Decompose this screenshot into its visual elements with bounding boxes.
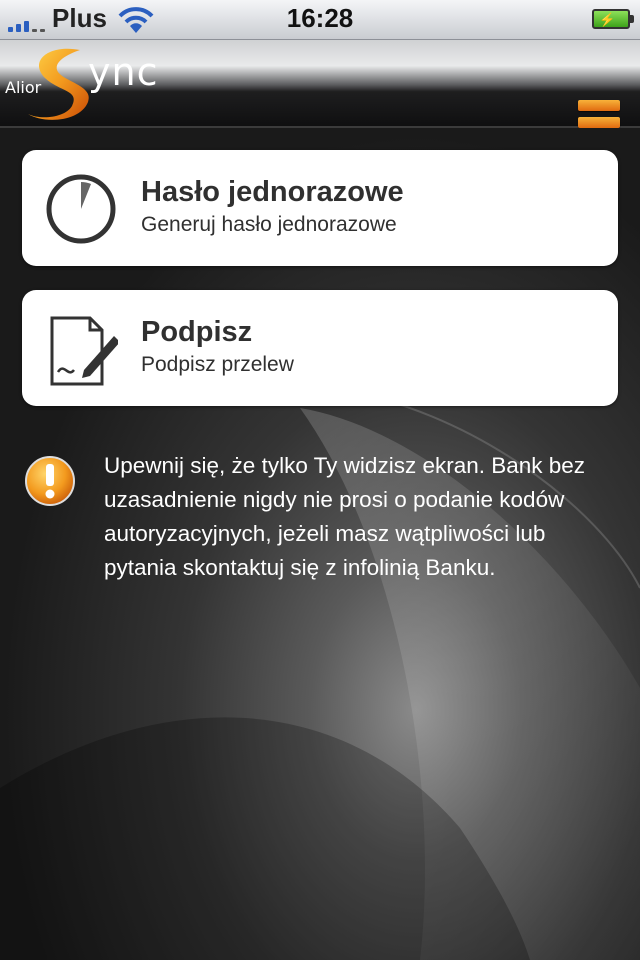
one-time-password-card[interactable]: Hasło jednorazowe Generuj hasło jednoraz…: [22, 150, 618, 266]
battery-icon: ⚡: [592, 9, 634, 29]
status-bar: Plus 16:28 ⚡: [0, 0, 640, 40]
menu-bar-icon: [578, 116, 620, 128]
alior-sync-logo: Alior ync: [0, 40, 200, 126]
sign-document-icon: [50, 316, 118, 386]
card-title: Podpisz: [141, 316, 253, 348]
card-title: Hasło jednorazowe: [141, 176, 404, 208]
logo-sync-text: ync: [88, 50, 159, 94]
warning-icon: [25, 456, 75, 506]
card-subtitle: Generuj hasło jednorazowe: [141, 213, 397, 236]
clock-icon: [46, 174, 116, 244]
logo-alior-text: Alior: [5, 78, 42, 97]
sign-transfer-card[interactable]: Podpisz Podpisz przelew: [22, 290, 618, 406]
security-warning-text: Upewnij się, że tylko Ty widzisz ekran. …: [104, 453, 586, 580]
charging-plug-icon: ⚡: [599, 12, 616, 27]
app-header: Alior ync: [0, 40, 640, 144]
status-time: 16:28: [286, 3, 354, 33]
menu-bar-icon: [578, 100, 620, 111]
card-subtitle: Podpisz przelew: [141, 353, 294, 376]
